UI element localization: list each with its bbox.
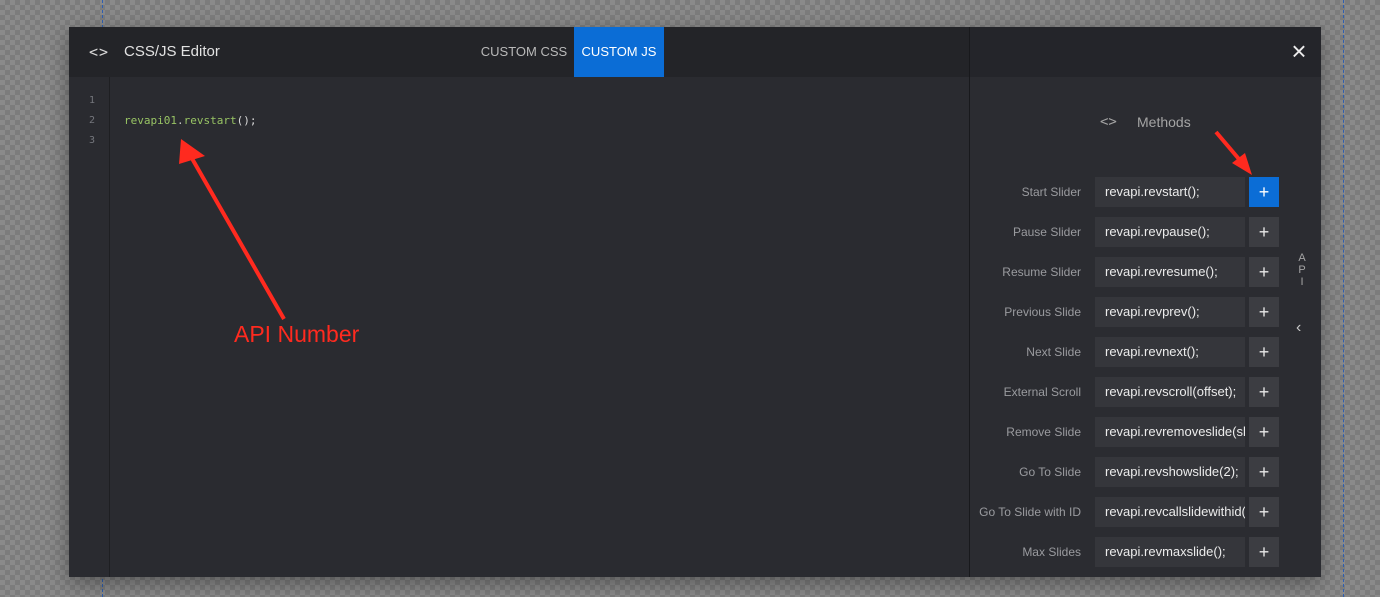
api-side-tab-letter: A [1298,252,1306,264]
chevron-left-icon[interactable]: ‹ [1296,319,1301,337]
add-method-button[interactable]: + [1249,217,1279,247]
method-code[interactable]: revapi.revcallslidewithid('rs-1'); [1095,497,1245,527]
method-label: Previous Slide [1004,305,1081,319]
method-label: Remove Slide [1006,425,1081,439]
methods-title: Methods [1137,114,1191,130]
method-label: Go To Slide with ID [979,505,1081,519]
guide-line-right [1343,0,1344,597]
method-label: Next Slide [1026,345,1081,359]
arrow-head-api-number [179,139,205,164]
add-method-button[interactable]: + [1249,177,1279,207]
code-dot: . [176,114,184,127]
arrow-to-add-button [1214,130,1246,167]
editor-title: CSS/JS Editor [124,43,220,60]
method-row-go-to-slide-with-id: Go To Slide with ID revapi.revcallslidew… [970,497,1321,527]
add-method-button[interactable]: + [1249,377,1279,407]
method-code[interactable]: revapi.revremoveslide(slideindex); [1095,417,1245,447]
method-label: Max Slides [1022,545,1081,559]
method-label: Start Slider [1021,185,1081,199]
arrow-to-api-number [184,147,286,320]
method-row-previous-slide: Previous Slide revapi.revprev(); + [970,297,1321,327]
add-method-button[interactable]: + [1249,257,1279,287]
add-method-button[interactable]: + [1249,337,1279,367]
panel-header: × [970,27,1321,77]
method-row-start-slider: Start Slider revapi.revstart(); + [970,177,1321,207]
method-code[interactable]: revapi.revstart(); [1095,177,1245,207]
add-method-button[interactable]: + [1249,417,1279,447]
method-label: External Scroll [1003,385,1081,399]
line-number: 2 [88,115,95,126]
method-row-pause-slider: Pause Slider revapi.revpause(); + [970,217,1321,247]
code-line[interactable]: revapi01.revstart(); [124,114,256,127]
method-code[interactable]: revapi.revpause(); [1095,217,1245,247]
add-method-button[interactable]: + [1249,537,1279,567]
arrow-head-add-button [1232,153,1252,175]
method-code[interactable]: revapi.revshowslide(2); [1095,457,1245,487]
method-row-next-slide: Next Slide revapi.revnext(); + [970,337,1321,367]
method-row-go-to-slide: Go To Slide revapi.revshowslide(2); + [970,457,1321,487]
method-row-external-scroll: External Scroll revapi.revscroll(offset)… [970,377,1321,407]
method-label: Go To Slide [1019,465,1081,479]
code-suffix: (); [236,114,257,127]
api-side-tab[interactable]: A P I [1296,252,1308,288]
code-icon: <> [89,43,110,61]
tab-custom-js[interactable]: CUSTOM JS [574,27,664,77]
add-method-button[interactable]: + [1249,497,1279,527]
method-row-remove-slide: Remove Slide revapi.revremoveslide(slide… [970,417,1321,447]
close-icon[interactable]: × [1287,37,1311,65]
method-row-max-slides: Max Slides revapi.revmaxslide(); + [970,537,1321,567]
method-code[interactable]: revapi.revmaxslide(); [1095,537,1245,567]
add-method-button[interactable]: + [1249,457,1279,487]
code-method: revstart [183,114,237,127]
methods-code-icon: <> [1100,114,1117,130]
api-side-tab-letter: I [1300,276,1304,288]
method-code[interactable]: revapi.revresume(); [1095,257,1245,287]
editor-header: <> CSS/JS Editor CUSTOM CSS CUSTOM JS [69,27,969,77]
method-code[interactable]: revapi.revnext(); [1095,337,1245,367]
line-number: 3 [88,135,95,146]
tab-custom-css[interactable]: CUSTOM CSS [474,27,574,77]
annotation-arrows [179,139,286,320]
editor-pane: <> CSS/JS Editor CUSTOM CSS CUSTOM JS 1 … [69,27,969,577]
add-method-button[interactable]: + [1249,297,1279,327]
method-label: Pause Slider [1012,225,1081,239]
method-code[interactable]: revapi.revprev(); [1095,297,1245,327]
method-row-resume-slider: Resume Slider revapi.revresume(); + [970,257,1321,287]
api-side-tab-letter: P [1298,264,1306,276]
line-number-gutter: 1 2 3 [69,77,110,577]
line-number: 1 [88,95,95,106]
annotation-label: API Number [234,321,360,347]
css-js-editor-modal: <> CSS/JS Editor CUSTOM CSS CUSTOM JS 1 … [69,27,1321,577]
api-methods-panel: × <> Methods Start Slider revapi.revstar… [969,27,1321,577]
method-code[interactable]: revapi.revscroll(offset); [1095,377,1245,407]
code-api-variable: revapi01 [124,114,177,127]
method-label: Resume Slider [1002,265,1081,279]
